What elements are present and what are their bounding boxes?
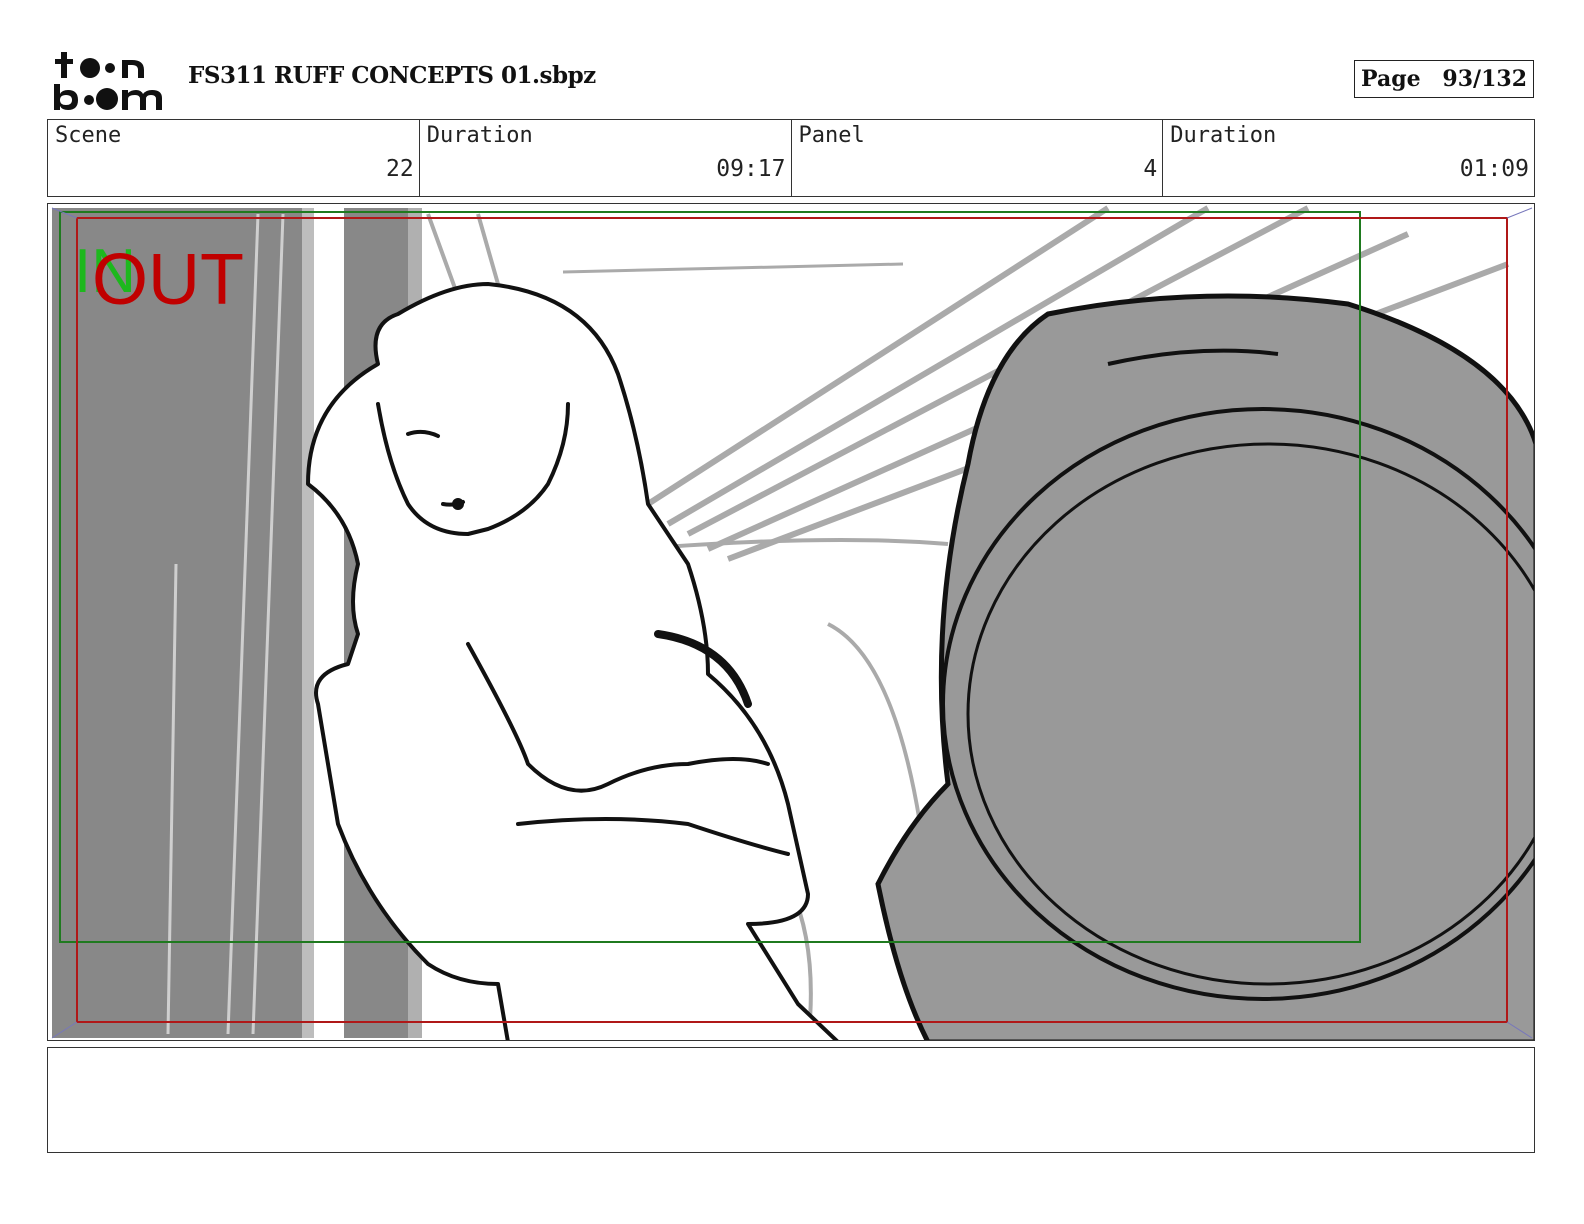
wall-edge-shape — [302, 208, 314, 1038]
page-indicator: Page 93/132 — [1354, 60, 1534, 98]
panel-value: 4 — [1143, 156, 1158, 182]
panel-duration-label: Duration — [1170, 123, 1277, 148]
toon-boom-logo — [54, 52, 162, 110]
storyboard-panel: IN OUT — [47, 203, 1535, 1041]
scene-duration-value: 09:17 — [716, 156, 786, 182]
panel-caption-box — [47, 1047, 1535, 1153]
panel-label: Panel — [798, 123, 865, 148]
panel-duration-value: 01:09 — [1459, 156, 1529, 182]
left-wall-shape — [52, 208, 302, 1038]
panel-duration-cell: Duration 01:09 — [1163, 120, 1534, 196]
scene-duration-label: Duration — [426, 123, 533, 148]
page-label: Page — [1361, 66, 1421, 92]
scene-label: Scene — [55, 123, 122, 148]
hooded-figure-sketch — [875, 293, 1534, 1040]
page-value: 93/132 — [1442, 66, 1527, 92]
panel-info-table: Scene 22 Duration 09:17 Panel 4 Duration… — [47, 119, 1535, 197]
out-marker: OUT — [92, 240, 244, 320]
panel-cell: Panel 4 — [792, 120, 1164, 196]
panel-drawing: IN OUT — [51, 205, 1534, 1040]
scene-cell: Scene 22 — [48, 120, 420, 196]
scene-duration-cell: Duration 09:17 — [420, 120, 792, 196]
file-title: FS311 RUFF CONCEPTS 01.sbpz — [188, 62, 596, 89]
ceiling-line — [562, 262, 904, 274]
scene-value: 22 — [386, 156, 414, 182]
